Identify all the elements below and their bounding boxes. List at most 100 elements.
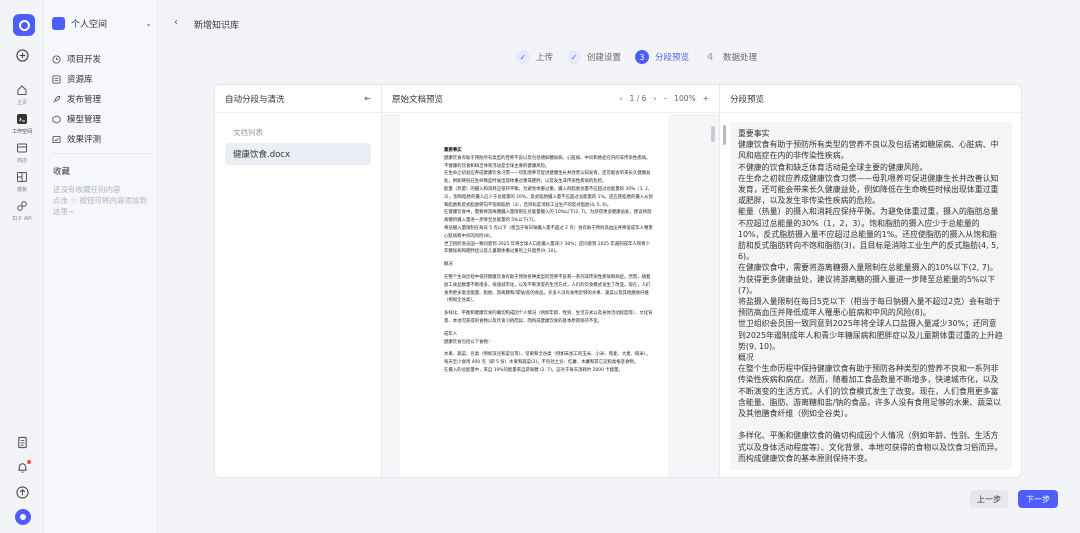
rail-label: 模板 [16, 187, 27, 193]
workspace-switcher[interactable]: 个人空间 ⌄ [52, 13, 152, 33]
step-settings: ✓ 创建设置 [567, 50, 621, 64]
step-processing: 4 数据处理 [703, 50, 757, 64]
next-step-button[interactable]: 下一步 [1018, 490, 1058, 508]
chevron-down-icon: ⌄ [145, 18, 152, 28]
step-number: 4 [706, 51, 714, 63]
segment-line: 重要事实 [738, 129, 770, 138]
clock-icon [52, 54, 61, 64]
sidebar-item-label: 项目开发 [67, 55, 102, 65]
segment-line: 在生命之初就应养成健康饮食习惯——母乳喂养可促进健康生长并改善认知发育，还可能会… [738, 173, 999, 206]
doc-line: 在摄入的总能量中，来自 10%的能量来自游离糖 (2, 7)，这对于每天消耗约 … [444, 367, 623, 373]
scrollbar[interactable] [711, 126, 715, 142]
panel-header: 原始文档预览 ‹ 1 / 6 › – 100% + [382, 85, 719, 113]
template-icon [17, 172, 27, 182]
store-icon [17, 143, 27, 153]
rail-item-api[interactable]: 扣子 API [4, 200, 40, 222]
segment-line: 能量（热量）的摄入和消耗应保持平衡。为避免体重过重，摄入的脂肪总量不应超过总能量… [738, 207, 999, 262]
prev-step-button[interactable]: 上一步 [970, 490, 1008, 508]
check-icon: ✓ [516, 50, 530, 64]
doc-line: 每天至少食用 400 克（即 5 份）水果和蔬菜(2)，不包括土豆、红薯、木薯和… [444, 360, 639, 366]
doc-line: 不健康的饮食和缺乏体育活动是全球主要的健康风险。 [444, 163, 550, 169]
favorites-hint: 还没有收藏任何内容 点击 ☆ 按钮可将内容添加到这里~ [53, 185, 147, 216]
sidebar-item-label: 效果评测 [67, 135, 102, 145]
sidebar: 个人空间 ⌄ 项目开发 资源库 发布管理 模型管理 效果评测 收藏 还没有收藏任… [44, 0, 158, 533]
stepper: ✓ 上传 ✓ 创建设置 3 分段预览 4 数据处理 [516, 48, 771, 66]
step-number: 3 [635, 50, 650, 64]
segment-line: 概况 [738, 353, 754, 363]
step-label: 分段预览 [655, 53, 690, 63]
segment-line: 在整个生命历程中保持健康饮食有助于预防各种类型的营养不良和一系列非传染性疾病和病… [738, 364, 1002, 419]
scrollbar[interactable] [723, 125, 726, 145]
sidebar-item-models[interactable]: 模型管理 [52, 111, 152, 127]
segment-line: 不健康的饮食和缺乏体育活动是全球主要的健康风险。 [738, 162, 928, 172]
sidebar-item-library[interactable]: 资源库 [52, 71, 152, 87]
app-rail: 主页 工作空间 商店 模板 扣子 API [0, 0, 44, 533]
doc-line: 健康饮食包括以下食物： [444, 339, 493, 345]
doc-line: 在健康饮食中，需要将游离糖摄入量限制在总能量摄入的 10%以下(2, 7)。为获… [444, 210, 652, 224]
page-indicator: 1 / 6 [629, 94, 647, 103]
library-icon [52, 74, 61, 84]
panel-header: 自动分段与清洗 ⇤ [215, 85, 381, 113]
original-doc-panel: 原始文档预览 ‹ 1 / 6 › – 100% + 重要事实 健康饮食有助于预防所… [382, 84, 720, 478]
rail-item-home[interactable]: 主页 [4, 84, 40, 106]
doc-line: 将盐摄入量限制在每日 5 克以下（相当于每日钠摄入量不超过 2 克）会有助于预防… [444, 225, 653, 239]
zoom-level: 100% [674, 94, 696, 103]
doc-line: 重要事实 [444, 148, 462, 153]
panel-header: 分段预览 [720, 85, 1021, 113]
step-label: 上传 [536, 53, 554, 63]
next-page-icon[interactable]: › [654, 94, 657, 103]
collapse-icon[interactable]: ⇤ [364, 94, 371, 103]
panel-title: 原始文档预览 [392, 94, 444, 105]
step-upload: ✓ 上传 [516, 50, 553, 64]
rail-label: 主页 [16, 100, 27, 106]
segment-line [738, 419, 1004, 430]
rail-item-workspace[interactable]: 工作空间 [4, 113, 40, 135]
panel-title: 自动分段与清洗 [225, 94, 285, 105]
sidebar-item-projects[interactable]: 项目开发 [52, 51, 152, 67]
page-title: 新增知识库 [194, 21, 240, 31]
step-preview: 3 分段预览 [635, 50, 689, 64]
page-controls: ‹ 1 / 6 › – 100% + [613, 94, 709, 103]
rail-label: 商店 [16, 158, 27, 164]
rocket-icon [53, 95, 61, 102]
check-icon: ✓ [567, 50, 582, 64]
prev-page-icon[interactable]: ‹ [620, 94, 623, 103]
segment-preview-panel: 分段预览 重要事实健康饮食有助于预防所有类型的营养不良以及包括诸如糖尿病、心脏病… [720, 84, 1022, 478]
doc-viewer[interactable]: 重要事实 健康饮食有助于预防所有类型的营养不良以及包括诸如糖尿病、心脏病、中风和癌… [382, 114, 719, 477]
rail-item-template[interactable]: 模板 [4, 171, 40, 193]
upgrade-icon[interactable] [16, 486, 29, 499]
workspace-name: 个人空间 [71, 19, 108, 30]
zoom-out-icon[interactable]: – [664, 94, 668, 103]
doc-list-label: 文档列表 [233, 128, 263, 137]
sidebar-item-evaluation[interactable]: 效果评测 [52, 131, 152, 147]
rail-label: 工作空间 [11, 129, 32, 135]
avatar[interactable] [15, 509, 31, 525]
segment-line: 健康饮食有助于预防所有类型的营养不良以及包括诸如糖尿病、心脏病、中风和癌症在内的… [738, 140, 999, 161]
document-icon[interactable] [16, 436, 29, 449]
workspace-icon [52, 16, 65, 30]
segment-settings-panel: 自动分段与清洗 ⇤ 文档列表 健康饮食.docx [214, 84, 382, 478]
sidebar-item-publish[interactable]: 发布管理 [52, 91, 152, 107]
step-label: 创建设置 [587, 53, 622, 63]
doc-line: 在生命之初就应养成健康饮食习惯——母乳喂养可促进健康生长并改善认知发育，还可能会… [444, 171, 651, 185]
segment-line: 将盐摄入量限制在每日5克以下（相当于每日钠摄入量不超过2克）会有助于预防高血压并… [738, 297, 1001, 318]
doc-page: 重要事实 健康饮食有助于预防所有类型的营养不良以及包括诸如糖尿病、心脏病、中风和癌… [400, 114, 668, 477]
home-icon [17, 85, 27, 95]
doc-line: 在整个生命历程中保持健康饮食有助于预防各种类型的营养不良和一系列非传染性疾病和病… [444, 274, 651, 304]
rail-item-store[interactable]: 商店 [4, 142, 40, 164]
api-icon [17, 201, 27, 211]
segment-line: 世卫组织会员国一致同意到2025年将全球人口盐摄入量减少30%；还同意到2025… [738, 319, 1003, 351]
doc-line: 成年人 [444, 331, 458, 337]
divider [52, 153, 150, 154]
back-button[interactable]: ‹ [174, 17, 178, 28]
zoom-in-icon[interactable]: + [703, 94, 709, 103]
workspace-icon [17, 114, 27, 124]
doc-line: 多样化、平衡和健康饮食的确切构成因个人情况（例如年龄、性别、生活方式以及身体活动… [444, 311, 653, 324]
add-icon[interactable] [16, 49, 29, 62]
sidebar-item-label: 资源库 [67, 75, 93, 85]
app-logo[interactable] [13, 14, 35, 36]
doc-line: 世卫组织会员国一致同意到 2025 年将全球人口盐摄入量减少 30%；还同意到 … [444, 241, 650, 255]
list-item[interactable]: 健康饮食.docx [225, 143, 371, 165]
doc-line: 水果、蔬菜、豆类（例如滨豆和菜豆等）、坚果和全谷类（例如未加工的玉米、小米、燕麦… [444, 352, 651, 358]
segment-line: 在健康饮食中，需要将游离糖摄入量限制在总能量摄入的10%以下(2, 7)。为获得… [738, 263, 998, 295]
